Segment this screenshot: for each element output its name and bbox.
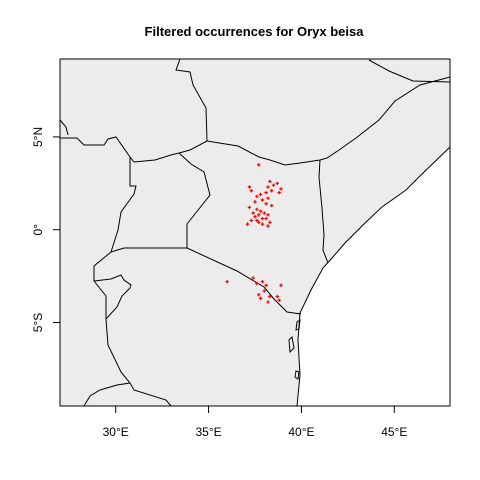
y-tick-label: 5°N bbox=[31, 127, 45, 147]
x-tick-label: 45°E bbox=[381, 425, 407, 439]
x-axis: 30°E 35°E 40°E 45°E bbox=[103, 406, 407, 439]
y-axis: 5°N 0° 5°S bbox=[31, 127, 60, 332]
y-tick-label: 0° bbox=[31, 224, 45, 236]
x-tick-label: 40°E bbox=[288, 425, 314, 439]
occurrence-map: Filtered occurrences for Oryx beisa 30°E… bbox=[31, 24, 451, 439]
x-tick-label: 35°E bbox=[195, 425, 221, 439]
map-panel bbox=[59, 58, 451, 407]
y-tick-label: 5°S bbox=[31, 313, 45, 332]
x-tick-label: 30°E bbox=[103, 425, 129, 439]
map-title: Filtered occurrences for Oryx beisa bbox=[145, 24, 365, 39]
